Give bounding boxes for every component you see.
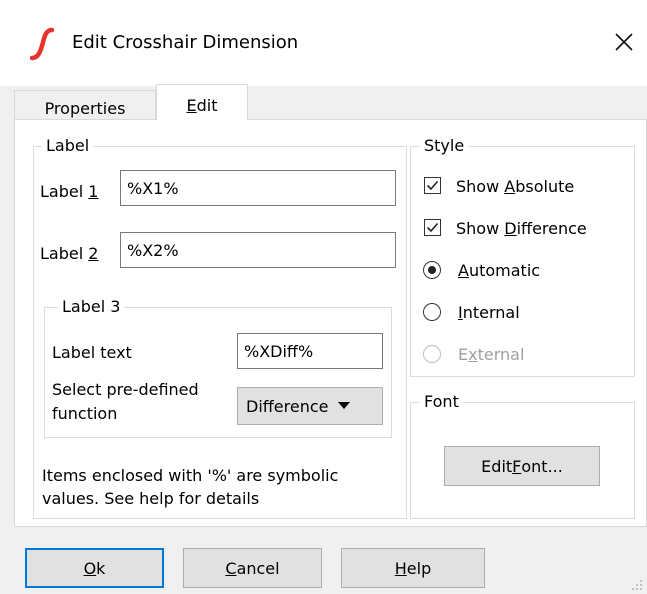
window-title: Edit Crosshair Dimension bbox=[72, 32, 299, 53]
label-text-label: Label text bbox=[52, 343, 132, 362]
label2-label: Label 2 bbox=[40, 244, 99, 263]
checkmark-icon bbox=[426, 180, 439, 191]
tab-properties[interactable]: Properties bbox=[14, 90, 156, 120]
ltspice-app-icon bbox=[30, 27, 55, 61]
select-function-label-line1: Select pre-defined bbox=[52, 380, 199, 399]
label1-label: Label 1 bbox=[40, 182, 99, 201]
checkmark-icon bbox=[426, 222, 439, 233]
style-group-title: Style bbox=[420, 136, 469, 155]
automatic-radio[interactable] bbox=[423, 261, 441, 279]
label-group-title: Label bbox=[42, 136, 94, 155]
tab-edit-label: Edit bbox=[186, 96, 218, 115]
external-radio bbox=[423, 345, 441, 363]
internal-radio[interactable] bbox=[423, 303, 441, 321]
help-button[interactable]: Help bbox=[341, 548, 485, 588]
show-absolute-label[interactable]: Show Absolute bbox=[456, 177, 574, 196]
close-icon[interactable] bbox=[612, 30, 636, 54]
label1-input[interactable]: %X1% bbox=[120, 170, 396, 206]
automatic-label[interactable]: Automatic bbox=[458, 261, 540, 280]
label3-group-title: Label 3 bbox=[58, 297, 125, 316]
cancel-button[interactable]: Cancel bbox=[183, 548, 322, 588]
note-line1: Items enclosed with '%' are symbolic bbox=[42, 466, 339, 485]
note-line2: values. See help for details bbox=[42, 489, 260, 508]
label2-input[interactable]: %X2% bbox=[120, 232, 396, 268]
ok-button[interactable]: Ok bbox=[25, 548, 164, 588]
label-text-input[interactable]: %XDiff% bbox=[237, 333, 383, 369]
internal-label[interactable]: Internal bbox=[458, 303, 520, 322]
function-select-value: Difference bbox=[246, 396, 329, 416]
show-absolute-checkbox[interactable] bbox=[424, 177, 441, 194]
function-select[interactable]: Difference bbox=[237, 387, 383, 425]
resize-grip-icon[interactable] bbox=[628, 576, 644, 592]
select-function-label-line2: function bbox=[52, 404, 118, 423]
show-difference-label[interactable]: Show Difference bbox=[456, 219, 587, 238]
font-group-title: Font bbox=[420, 392, 463, 411]
tab-edit[interactable]: Edit bbox=[156, 84, 248, 120]
tab-properties-label: Properties bbox=[44, 99, 126, 118]
edit-font-button[interactable]: Edit Font... bbox=[444, 446, 600, 486]
show-difference-checkbox[interactable] bbox=[424, 219, 441, 236]
chevron-down-icon bbox=[338, 402, 351, 409]
external-label: External bbox=[458, 345, 525, 364]
